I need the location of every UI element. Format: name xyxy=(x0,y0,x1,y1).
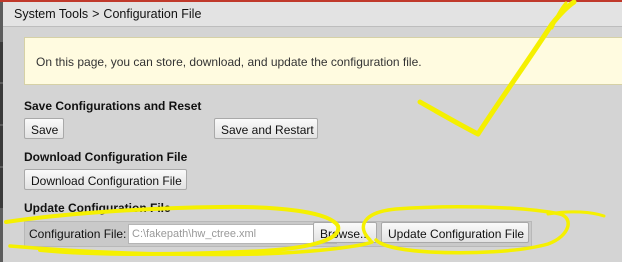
browse-button[interactable]: Browse... xyxy=(313,222,377,243)
page-description: On this page, you can store, download, a… xyxy=(24,37,622,85)
update-configuration-file-button[interactable]: Update Configuration File xyxy=(381,222,529,243)
download-configuration-file-button[interactable]: Download Configuration File xyxy=(24,169,187,190)
breadcrumb-current: Configuration File xyxy=(103,7,202,21)
breadcrumb-parent[interactable]: System Tools xyxy=(14,7,88,21)
page-description-text: On this page, you can store, download, a… xyxy=(36,55,422,69)
left-nav-strip[interactable] xyxy=(0,2,3,262)
save-and-restart-button[interactable]: Save and Restart xyxy=(214,118,318,139)
update-section-title: Update Configuration File xyxy=(24,201,171,215)
left-nav-segment xyxy=(0,84,3,124)
breadcrumb-separator: > xyxy=(92,7,100,21)
save-section-title: Save Configurations and Reset xyxy=(24,99,202,113)
left-nav-segment xyxy=(0,168,3,208)
left-nav-segment xyxy=(0,126,3,166)
circle-scribble-tail xyxy=(546,210,606,218)
left-nav-segment xyxy=(0,42,3,82)
page: System Tools > Configuration File On this … xyxy=(0,0,622,262)
save-button[interactable]: Save xyxy=(24,118,64,139)
breadcrumb: System Tools > Configuration File xyxy=(3,2,622,27)
configuration-file-input[interactable]: C:\fakepath\hw_ctree.xml xyxy=(128,224,337,244)
download-section-title: Download Configuration File xyxy=(24,150,188,164)
configuration-file-label: Configuration File: xyxy=(29,227,127,241)
